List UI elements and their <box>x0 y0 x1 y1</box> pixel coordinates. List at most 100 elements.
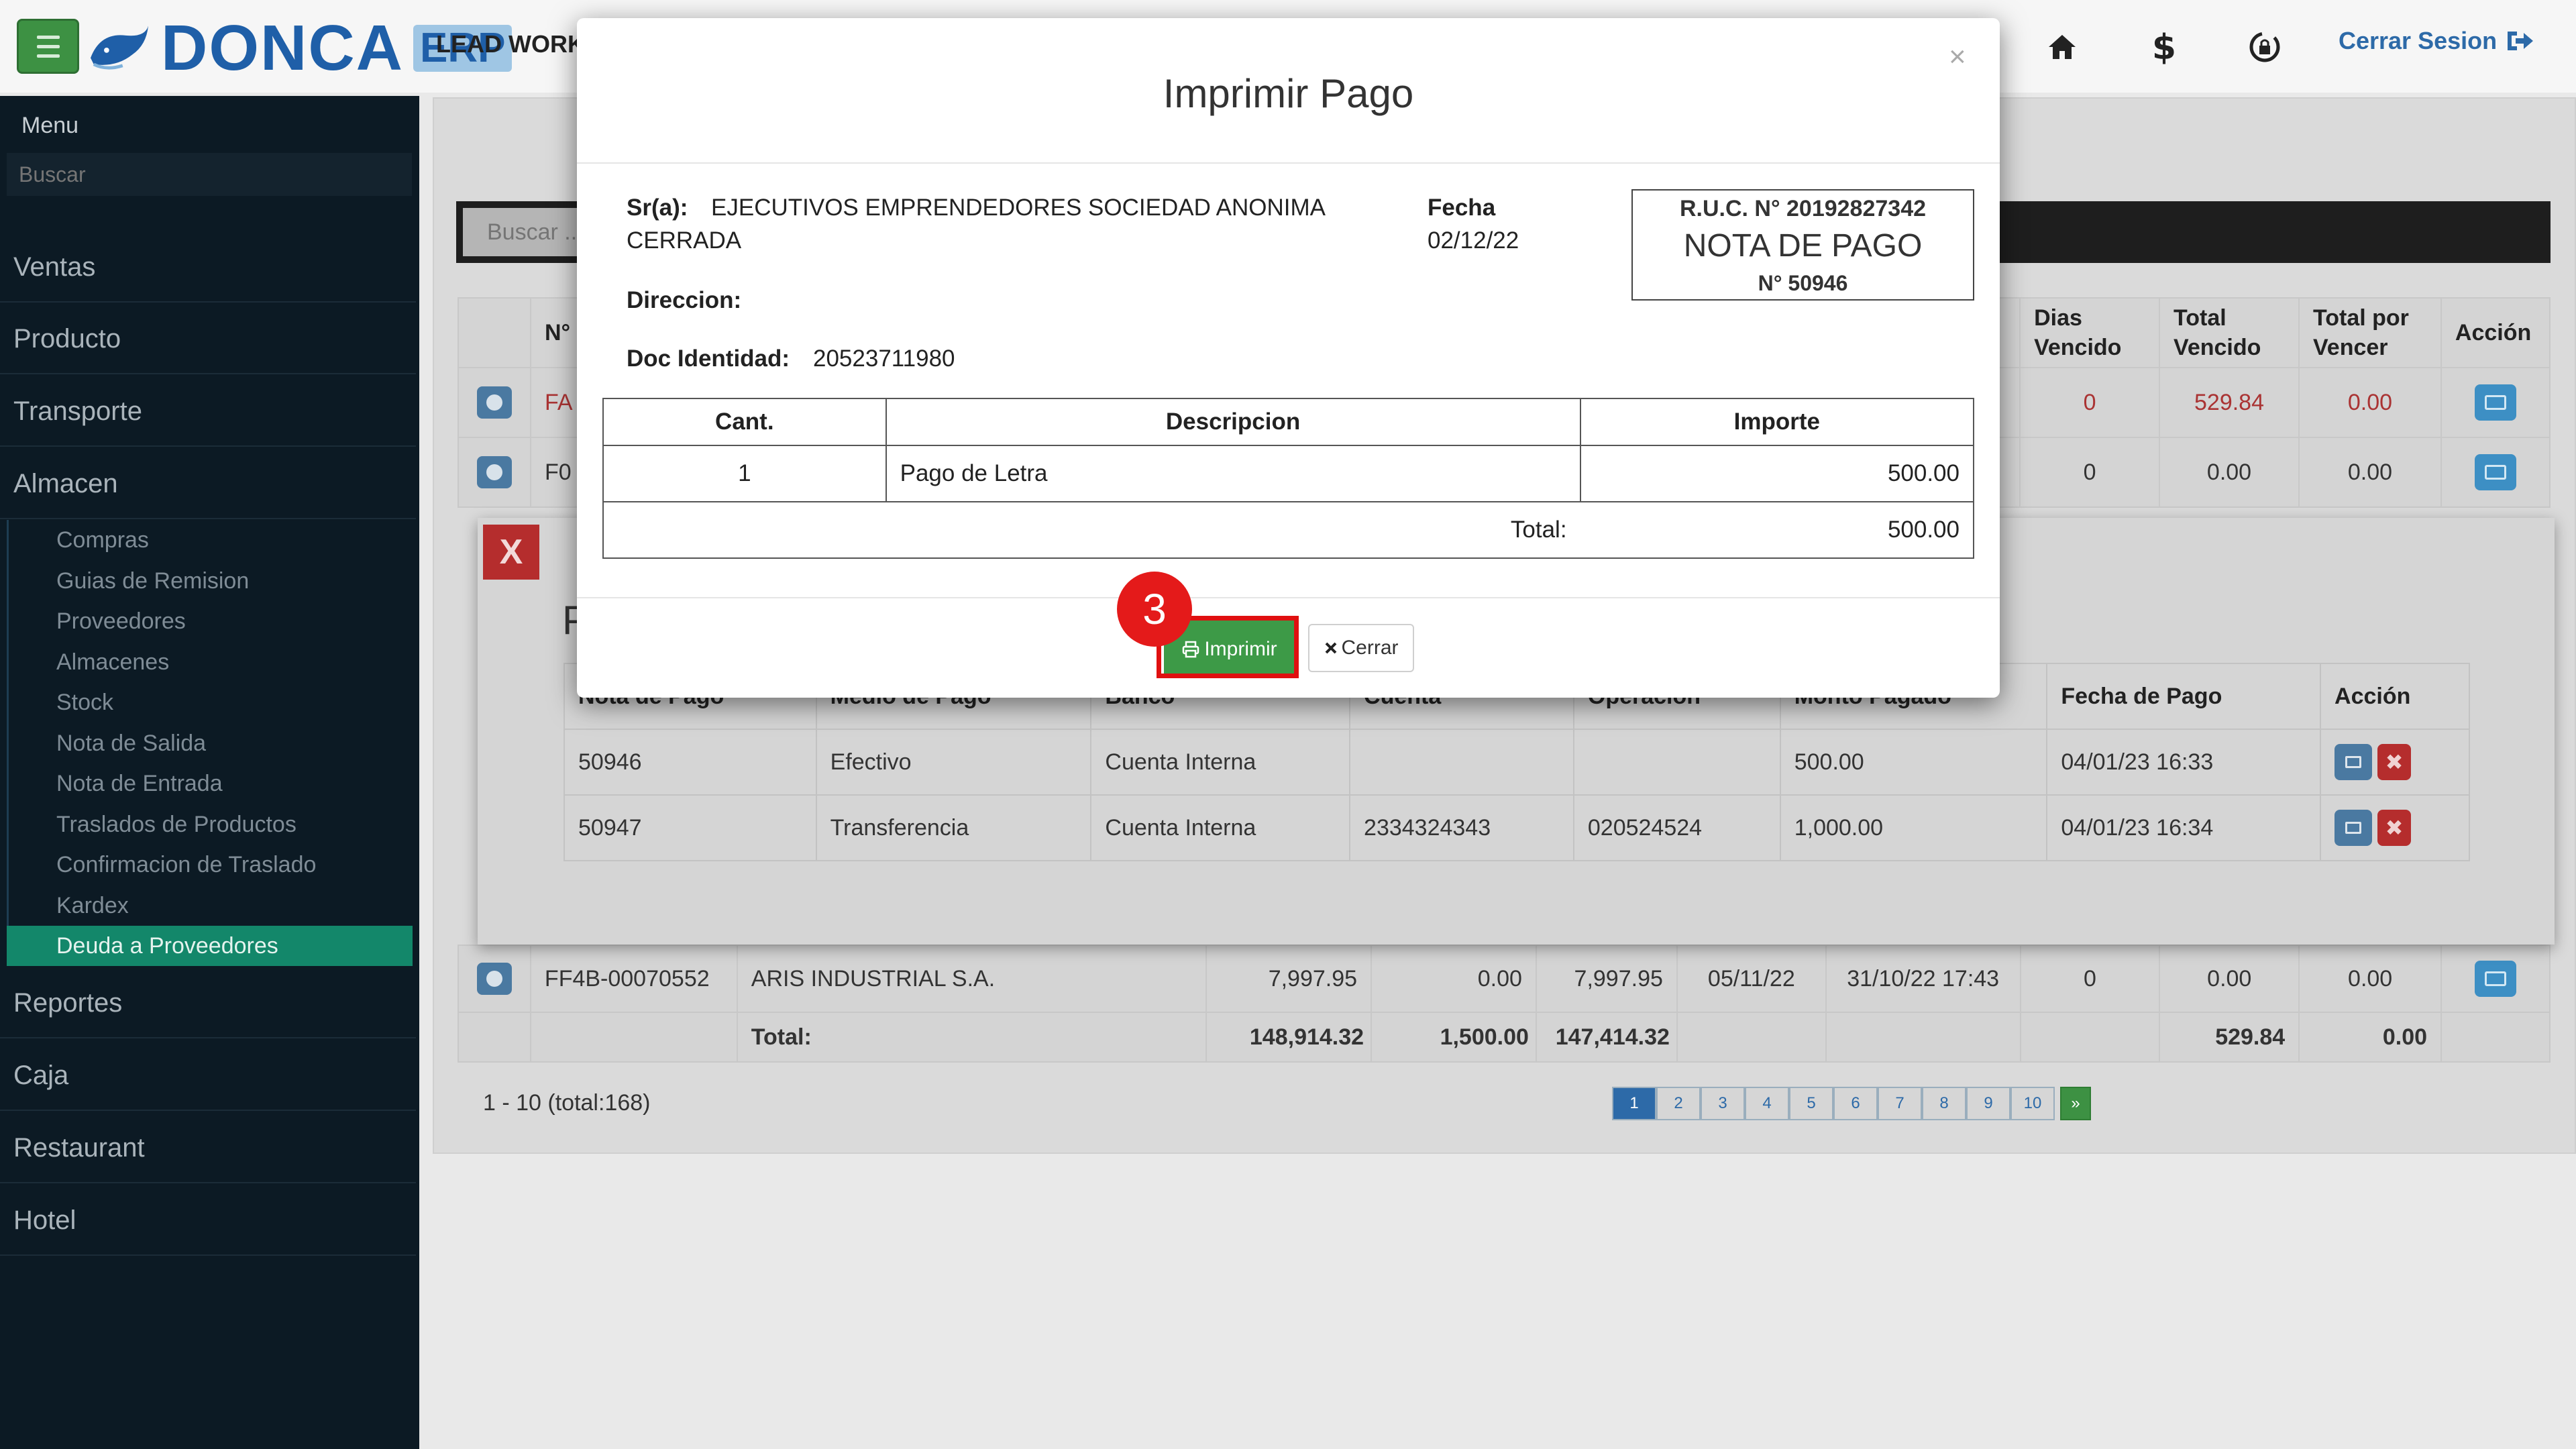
col-descripcion: Descripcion <box>885 398 1581 446</box>
close-modal-button[interactable]: Cerrar <box>1308 624 1414 672</box>
page-7[interactable]: 7 <box>1878 1087 1922 1120</box>
page-5[interactable]: 5 <box>1789 1087 1833 1120</box>
payment-row: 50947 Transferencia Cuenta Interna 23343… <box>564 794 2470 861</box>
client-name-line1: EJECUTIVOS EMPRENDEDORES SOCIEDAD ANONIM… <box>711 195 1326 221</box>
balance-cell: 7,997.95 <box>1535 945 1678 1013</box>
fecha-cell: 04/01/23 16:33 <box>2046 729 2322 796</box>
sidebar-item-reportes[interactable]: Reportes <box>0 967 416 1038</box>
total-por-vencer-cell: 0.00 <box>2298 437 2442 508</box>
svg-text:$: $ <box>2152 28 2176 67</box>
sidebar-subitem-deuda-a-proveedores[interactable]: Deuda a Proveedores <box>7 926 413 966</box>
sidebar-subitem-compras[interactable]: Compras <box>7 520 413 560</box>
sidebar-subitem-nota-de-salida[interactable]: Nota de Salida <box>7 723 413 763</box>
medio-cell: Transferencia <box>815 794 1092 861</box>
print-payment-icon[interactable] <box>2334 744 2373 780</box>
nota-number: N° 50946 <box>1758 271 1848 295</box>
page-3[interactable]: 3 <box>1701 1087 1745 1120</box>
total-por-vencer-sum: 0.00 <box>2298 1012 2443 1063</box>
page-6[interactable]: 6 <box>1833 1087 1878 1120</box>
col-importe: Importe <box>1579 398 1975 446</box>
importe-cell: 500.00 <box>1579 445 1975 502</box>
next-page-button[interactable]: » <box>2060 1087 2091 1120</box>
brand-name: DONCA <box>161 12 404 84</box>
close-payments-button[interactable]: X <box>483 525 539 580</box>
pagination-info: 1 - 10 (total:168) <box>483 1090 651 1116</box>
modal-close-icon[interactable]: × <box>1949 40 1966 74</box>
sidebar-item-restaurant[interactable]: Restaurant <box>0 1112 416 1183</box>
total-vencido-cell: 529.84 <box>2159 367 2300 438</box>
banco-cell: Cuenta Interna <box>1090 729 1351 796</box>
cuenta-cell: 2334324343 <box>1349 794 1574 861</box>
modal-title: Imprimir Pago <box>1163 71 1414 116</box>
page-1[interactable]: 1 <box>1612 1087 1656 1120</box>
total-por-vencer-cell: 0.00 <box>2298 367 2442 438</box>
monto-cell: 1,000.00 <box>1779 794 2048 861</box>
pay-card-icon[interactable] <box>2475 961 2517 997</box>
home-icon[interactable] <box>2042 27 2082 67</box>
dias-cell: 0 <box>2019 367 2161 438</box>
totals-row: Total: 148,914.32 1,500.00 147,414.32 52… <box>458 1012 2551 1063</box>
delete-payment-icon[interactable]: ✖ <box>2377 744 2412 780</box>
print-payment-icon[interactable] <box>2334 810 2373 846</box>
modal-header-divider <box>577 162 2000 164</box>
client-label: Sr(a): <box>627 195 688 221</box>
items-header-row: Cant. Descripcion Importe <box>602 398 1975 446</box>
fecha-cell: 04/01/23 16:34 <box>2046 794 2322 861</box>
col-cant: Cant. <box>602 398 887 446</box>
sidebar-item-almacen[interactable]: Almacen <box>0 448 416 519</box>
sidebar-subitem-traslados-de-productos[interactable]: Traslados de Productos <box>7 804 413 845</box>
sidebar-item-caja[interactable]: Caja <box>0 1040 416 1111</box>
operacion-cell <box>1572 729 1781 796</box>
sidebar-subitem-stock[interactable]: Stock <box>7 682 413 722</box>
page-8[interactable]: 8 <box>1922 1087 1966 1120</box>
col-dias-vencido: Dias Vencido <box>2019 297 2161 368</box>
dias-cell: 0 <box>2019 437 2161 508</box>
dias-cell: 0 <box>2019 945 2161 1013</box>
page-10[interactable]: 10 <box>2010 1087 2055 1120</box>
step-badge: 3 <box>1117 572 1192 647</box>
cant-cell: 1 <box>602 445 887 502</box>
page-4[interactable]: 4 <box>1745 1087 1789 1120</box>
page-9[interactable]: 9 <box>1966 1087 2010 1120</box>
dollar-icon[interactable]: $ <box>2144 27 2184 67</box>
sign-out-icon <box>2508 32 2534 50</box>
lead-work-link[interactable]: LEAD WORK <box>436 30 585 58</box>
pay-card-icon[interactable] <box>2474 454 2516 490</box>
sidebar-item-producto[interactable]: Producto <box>0 303 416 374</box>
ruc-box: R.U.C. N° 20192827342 NOTA DE PAGO N° 50… <box>1631 189 1974 301</box>
logout-link[interactable]: Cerrar Sesion <box>2339 27 2534 55</box>
sidebar-search-input[interactable] <box>7 153 412 196</box>
sidebar-item-ventas[interactable]: Ventas <box>0 231 416 303</box>
pay-card-icon[interactable] <box>2474 384 2516 421</box>
sidebar-item-transporte[interactable]: Transporte <box>0 376 416 447</box>
sidebar-subitem-proveedores[interactable]: Proveedores <box>7 601 413 641</box>
sidebar-item-hotel[interactable]: Hotel <box>0 1185 416 1256</box>
close-modal-label: Cerrar <box>1341 637 1399 659</box>
totals-label: Total: <box>736 1012 1208 1063</box>
descripcion-cell: Pago de Letra <box>885 445 1581 502</box>
col-expand <box>458 297 531 368</box>
item-row: 1 Pago de Letra 500.00 <box>602 445 1975 502</box>
whale-logo-icon <box>91 25 148 70</box>
expand-row-icon[interactable] <box>476 456 512 488</box>
sidebar-subitem-confirmacion-de-traslado[interactable]: Confirmacion de Traslado <box>7 845 413 885</box>
created-cell: 31/10/22 17:43 <box>1825 945 2021 1013</box>
page-2[interactable]: 2 <box>1656 1087 1701 1120</box>
lock-rotate-icon[interactable] <box>2245 27 2285 67</box>
due-date-cell: 05/11/22 <box>1676 945 1827 1013</box>
sidebar-subitem-kardex[interactable]: Kardex <box>7 885 413 926</box>
doc-identidad-value: 20523711980 <box>813 345 955 372</box>
nota-de-pago-title: NOTA DE PAGO <box>1683 228 1923 264</box>
total-balance: 147,414.32 <box>1535 1012 1678 1063</box>
delete-payment-icon[interactable]: ✖ <box>2377 810 2412 846</box>
sidebar-subitem-guias-de-remision[interactable]: Guias de Remision <box>7 561 413 601</box>
hamburger-menu-button[interactable] <box>17 19 79 74</box>
sidebar-subitem-almacenes[interactable]: Almacenes <box>7 642 413 682</box>
sidebar-subitem-nota-de-entrada[interactable]: Nota de Entrada <box>7 763 413 804</box>
expand-row-icon[interactable] <box>476 386 512 419</box>
fecha-label: Fecha <box>1428 195 1496 221</box>
expand-row-icon[interactable] <box>476 963 512 995</box>
table-row: FF4B-00070552 ARIS INDUSTRIAL S.A. 7,997… <box>458 945 2551 1013</box>
close-icon <box>1326 642 1337 654</box>
debts-table-bottom: FF4B-00070552 ARIS INDUSTRIAL S.A. 7,997… <box>458 945 2551 1063</box>
